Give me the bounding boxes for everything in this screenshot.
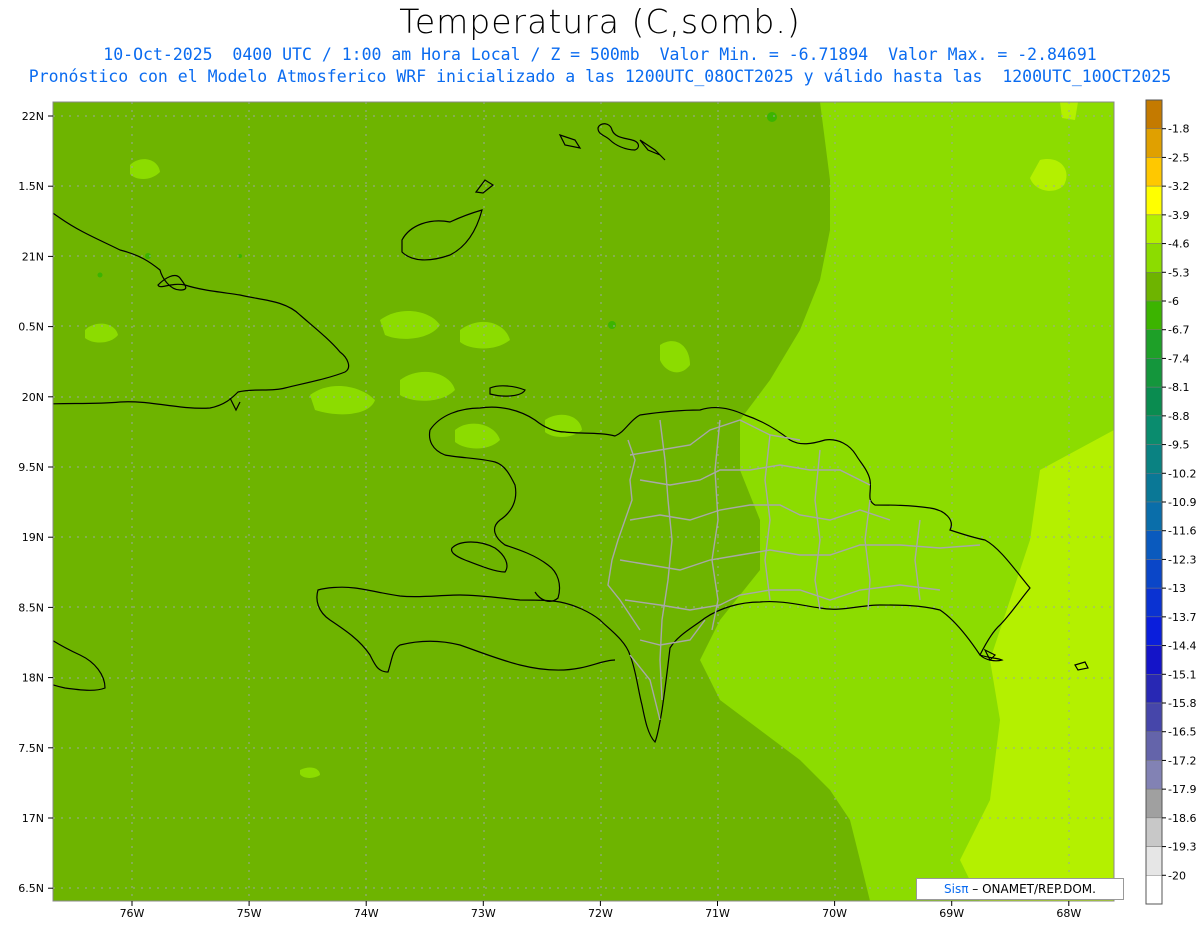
colorbar-label: -16.5	[1168, 726, 1196, 739]
latitude-label: 22N	[22, 110, 44, 123]
colorbar-swatch	[1145, 645, 1163, 675]
latitude-label: 8.5N	[18, 601, 44, 614]
longitude-label: 75W	[237, 907, 262, 920]
colorbar-swatch	[1145, 587, 1163, 618]
colorbar-label: -20	[1168, 869, 1186, 882]
colorbar-label: -11.6	[1168, 525, 1196, 538]
colorbar-swatch	[1145, 185, 1163, 216]
colorbar-swatch	[1145, 702, 1163, 732]
colorbar-label: -12.3	[1168, 553, 1196, 566]
colorbar-swatch	[1145, 530, 1163, 560]
longitude-label: 71W	[705, 907, 730, 920]
colorbar-swatch	[1145, 501, 1163, 531]
colorbar-swatch	[1145, 128, 1163, 158]
longitude-label: 68W	[1056, 907, 1081, 920]
colorbar-label: -4.6	[1168, 238, 1189, 251]
colorbar-label: -6.7	[1168, 324, 1189, 337]
colorbar-label: -18.6	[1168, 812, 1196, 825]
latitude-label: 17N	[22, 812, 44, 825]
longitude-label: 70W	[822, 907, 847, 920]
colorbar-label: -10.2	[1168, 467, 1196, 480]
colorbar-label: -8.8	[1168, 410, 1189, 423]
latitude-label: 20N	[22, 391, 44, 404]
west-islet	[53, 214, 54, 215]
colorbar-label: -19.3	[1168, 841, 1196, 854]
colorbar-swatch	[1145, 157, 1163, 187]
colorbar-label: -1.8	[1168, 123, 1189, 136]
latitude-label: 19N	[22, 531, 44, 544]
colorbar-label: -13.7	[1168, 611, 1196, 624]
colorbar-swatch	[1145, 358, 1163, 388]
colorbar-label: -15.1	[1168, 668, 1196, 681]
colorbar-swatch	[1145, 731, 1163, 761]
colorbar-label: -2.5	[1168, 151, 1189, 164]
colorbar-swatch	[1145, 214, 1163, 244]
colorbar-swatch	[1145, 760, 1163, 790]
colorbar-label: -14.4	[1168, 640, 1196, 653]
cool-speck	[767, 112, 777, 122]
colorbar-label: -9.5	[1168, 439, 1189, 452]
colorbar-swatch	[1145, 272, 1163, 302]
colorbar-label: -10.9	[1168, 496, 1196, 509]
latitude-label: 21N	[22, 250, 44, 263]
colorbar-label: -17.2	[1168, 754, 1196, 767]
longitude-label: 74W	[354, 907, 379, 920]
longitude-labels: 76W 75W 74W 73W 72W 71W 70W 69W 68W	[120, 901, 1081, 920]
colorbar-swatch	[1145, 788, 1163, 819]
colorbar-swatch	[1145, 386, 1163, 417]
colorbar-swatch	[1145, 846, 1163, 876]
colorbar-swatch	[1145, 415, 1163, 445]
latitude-label: 7.5N	[18, 742, 44, 755]
colorbar: -1.8 -2.5 -3.2 -3.9 -4.6 -5.3 -6 -6.7 -7.4 -8.1 -8…	[1145, 99, 1196, 905]
colorbar-label: -3.9	[1168, 209, 1189, 222]
colorbar-swatch	[1145, 243, 1163, 273]
latitude-label: 18N	[22, 672, 44, 685]
colorbar-swatch	[1145, 444, 1163, 474]
colorbar-swatch	[1145, 473, 1163, 503]
latitude-label: 9.5N	[18, 461, 44, 474]
sispi-logo-text: Sisπ	[944, 882, 969, 896]
colorbar-label: -7.4	[1168, 352, 1189, 365]
colorbar-swatch	[1145, 300, 1163, 330]
temperature-map: 22N 1.5N 21N 0.5N 20N 9.5N 19N 8.5N 18N 7.5N 17N 6.…	[18, 99, 1196, 920]
colorbar-label: -3.2	[1168, 180, 1189, 193]
longitude-label: 69W	[939, 907, 964, 920]
colorbar-label: -5.3	[1168, 266, 1189, 279]
colorbar-label: -8.1	[1168, 381, 1189, 394]
colorbar-swatch	[1145, 616, 1163, 646]
cool-speck	[608, 321, 616, 329]
colorbar-label: -17.9	[1168, 783, 1196, 796]
colorbar-swatch	[1145, 674, 1163, 704]
latitude-label: 1.5N	[18, 180, 44, 193]
longitude-label: 72W	[588, 907, 613, 920]
colorbar-label: -6	[1168, 295, 1179, 308]
colorbar-swatch	[1145, 817, 1163, 847]
longitude-label: 76W	[120, 907, 145, 920]
longitude-label: 73W	[471, 907, 496, 920]
colorbar-label: -15.8	[1168, 697, 1196, 710]
colorbar-swatch	[1145, 875, 1163, 905]
latitude-labels: 22N 1.5N 21N 0.5N 20N 9.5N 19N 8.5N 18N 7.5N 17N 6.…	[18, 110, 53, 895]
latitude-label: 6.5N	[18, 882, 44, 895]
latitude-label: 0.5N	[18, 321, 44, 334]
colorbar-swatch	[1145, 99, 1163, 129]
credit-text: – ONAMET/REP.DOM.	[968, 882, 1096, 896]
credit-box: Sisπ – ONAMET/REP.DOM.	[916, 878, 1124, 900]
colorbar-swatch	[1145, 329, 1163, 359]
colorbar-swatch	[1145, 559, 1163, 589]
colorbar-label: -13	[1168, 582, 1186, 595]
cool-speck	[97, 272, 103, 278]
